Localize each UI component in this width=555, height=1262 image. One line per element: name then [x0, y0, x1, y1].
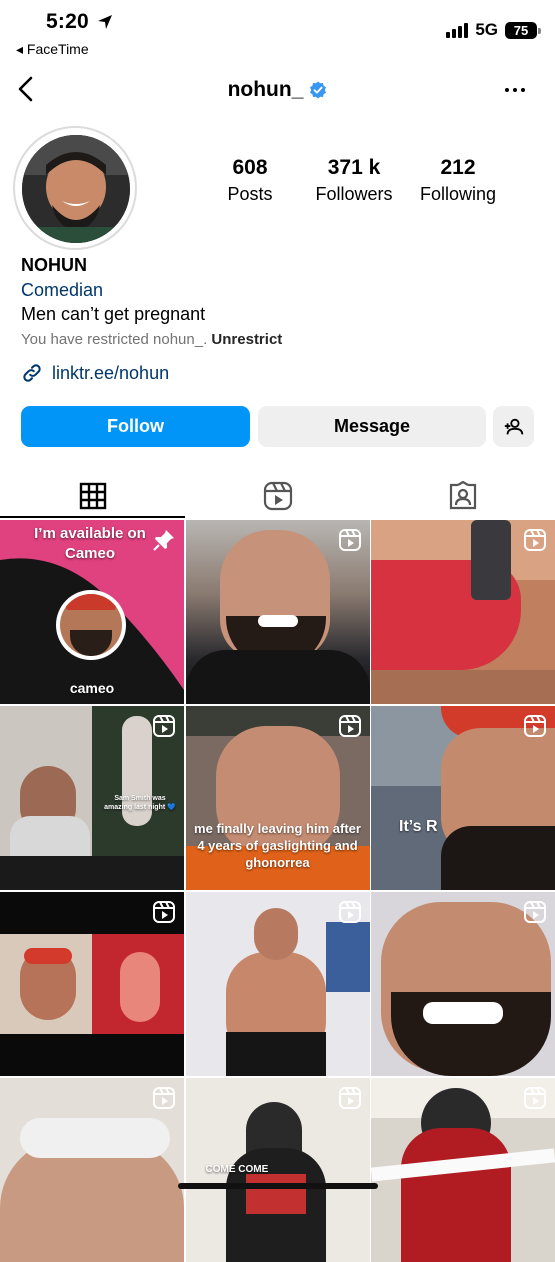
grid-post-pinned[interactable]: I’m available on Cameo cameo	[0, 520, 184, 704]
reel-icon	[524, 715, 546, 737]
profile-category: Comedian	[21, 280, 104, 300]
reel-icon	[153, 715, 175, 737]
grid-post[interactable]: COME COME	[185, 1078, 370, 1262]
follow-button[interactable]: Follow	[21, 406, 250, 447]
reel-icon	[153, 901, 175, 923]
grid-post[interactable]: me finally leaving him after 4 years of …	[185, 706, 370, 890]
grid-post[interactable]	[371, 1078, 555, 1262]
back-to-facetime[interactable]: ◂ FaceTime	[16, 41, 89, 58]
profile-name: NOHUN	[21, 255, 87, 275]
profile-bio: Men can’t get pregnant	[21, 304, 206, 324]
grid-post[interactable]	[0, 892, 184, 1076]
grid-post[interactable]	[371, 520, 555, 704]
reels-icon	[263, 481, 292, 511]
grid-icon	[79, 482, 106, 510]
reel-icon	[338, 901, 361, 923]
grid-post[interactable]	[371, 892, 555, 1076]
reel-icon	[338, 1087, 361, 1109]
grid-post[interactable]	[185, 520, 370, 704]
grid-post[interactable]	[185, 892, 370, 1076]
status-time: 5:20	[46, 10, 113, 34]
post-caption: me finally leaving him after 4 years of …	[194, 821, 361, 870]
username: nohun_	[227, 78, 304, 101]
battery-icon: 75	[505, 21, 541, 39]
reel-icon	[338, 529, 361, 551]
cameo-logo-text: cameo	[69, 680, 115, 696]
add-person-icon	[504, 418, 523, 434]
restricted-notice: You have restricted nohun_. Unrestrict	[21, 331, 283, 348]
tab-reels[interactable]	[185, 474, 370, 518]
active-tab-indicator	[0, 516, 185, 518]
link-icon	[23, 364, 41, 382]
message-button[interactable]: Message	[258, 406, 486, 447]
cellular-signal-icon	[446, 22, 469, 38]
tab-tagged[interactable]	[370, 474, 555, 518]
reel-icon	[524, 529, 546, 551]
grid-post[interactable]: It’s R	[371, 706, 555, 890]
reel-icon	[524, 1087, 546, 1109]
avatar[interactable]	[22, 135, 130, 243]
grid-post[interactable]: Sam Smith was amazing last night 💙	[0, 706, 184, 890]
home-indicator[interactable]	[178, 1183, 378, 1189]
profile-link[interactable]: linktr.ee/nohun	[21, 362, 169, 384]
unrestrict-link[interactable]: Unrestrict	[211, 331, 282, 348]
status-indicators: 5G 75	[446, 20, 541, 40]
reel-icon	[153, 1087, 175, 1109]
posts-count[interactable]: 608 Posts	[195, 156, 305, 205]
post-caption: COME COME	[205, 1164, 269, 1175]
tagged-icon	[449, 481, 476, 510]
network-type: 5G	[475, 20, 498, 39]
post-caption: It’s R	[399, 818, 438, 835]
tab-posts-grid[interactable]	[0, 474, 185, 518]
more-options-icon[interactable]	[505, 88, 525, 92]
post-caption: Sam Smith was amazing last night 💙	[104, 795, 176, 811]
cameo-avatar	[60, 594, 122, 656]
profile-username-header: nohun_	[0, 78, 555, 102]
reel-icon	[524, 901, 546, 923]
followers-count[interactable]: 371 k Followers	[299, 156, 409, 205]
pin-icon	[153, 530, 174, 551]
cameo-headline: I’m available on Cameo	[34, 525, 146, 562]
verified-badge-icon	[310, 81, 327, 99]
following-count[interactable]: 212 Following	[403, 156, 513, 205]
posts-grid: I’m available on Cameo cameo Sam Smith w…	[0, 520, 555, 1262]
reel-icon	[338, 715, 361, 737]
suggested-users-button[interactable]	[493, 406, 534, 447]
grid-post[interactable]	[0, 1078, 184, 1262]
location-arrow-icon	[97, 15, 112, 30]
